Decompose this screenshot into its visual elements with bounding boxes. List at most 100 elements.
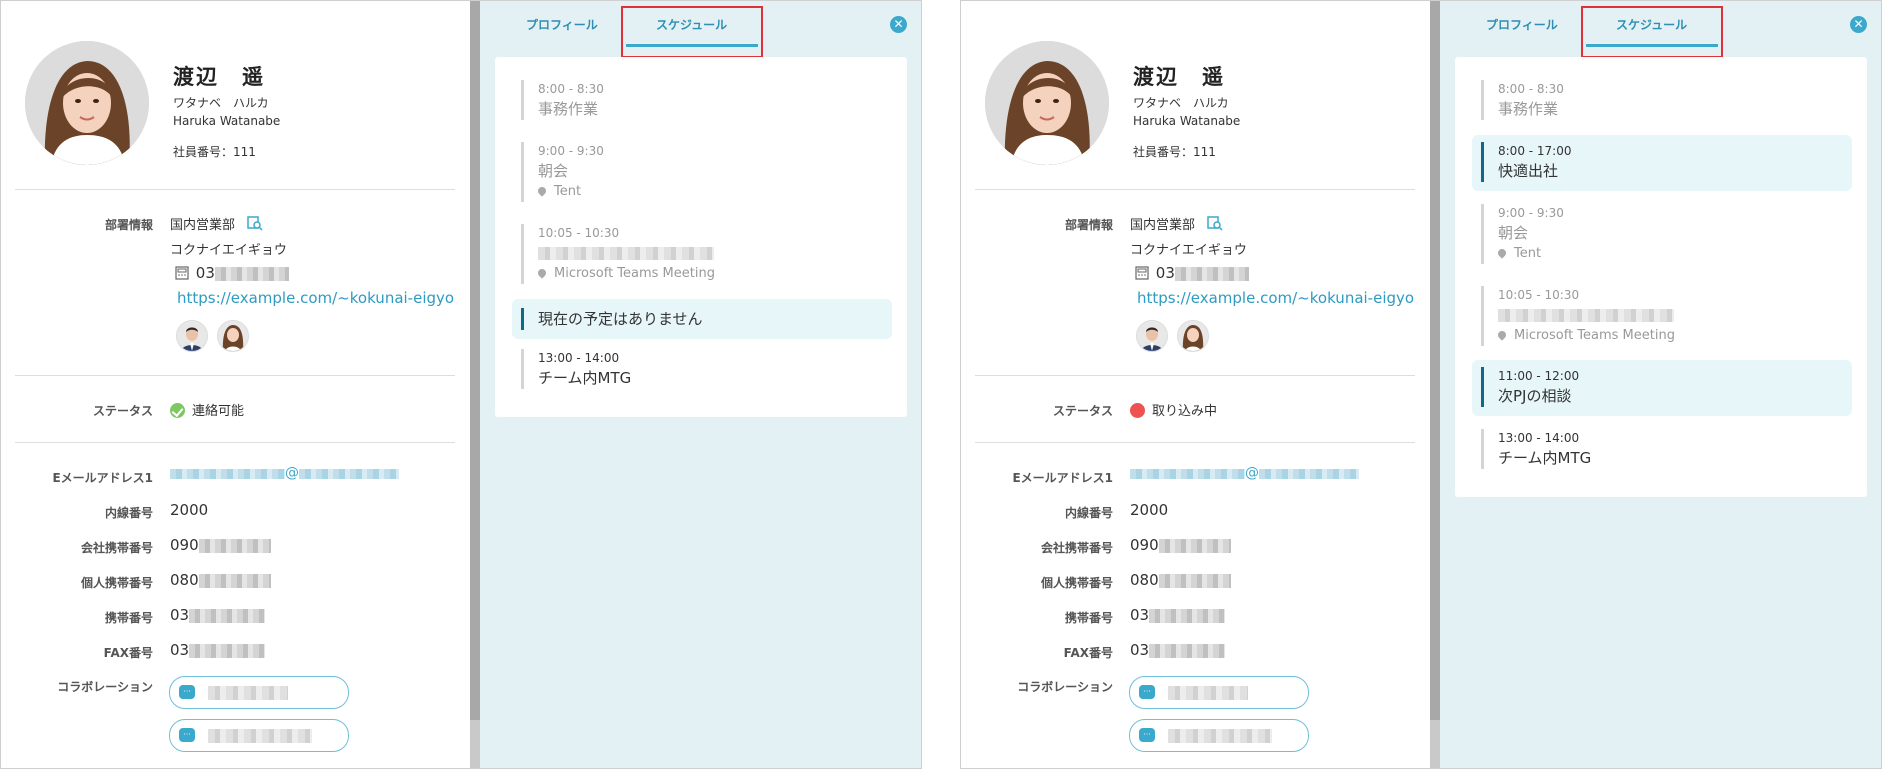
collab-call-button[interactable]: ··· bbox=[169, 719, 349, 752]
status-busy-icon bbox=[1130, 403, 1145, 418]
dept-url-link[interactable]: https://example.com/~kokunai-eigyo bbox=[1137, 289, 1414, 307]
close-icon[interactable]: ✕ bbox=[890, 16, 907, 33]
dept-url-link[interactable]: https://example.com/~kokunai-eigyo bbox=[177, 289, 454, 307]
divider bbox=[975, 442, 1415, 443]
event-location: Microsoft Teams Meeting bbox=[1496, 326, 1675, 346]
member-avatar-female[interactable] bbox=[217, 320, 249, 352]
contact-panel-right: 渡辺 遥 ワタナベ ハルカ Haruka Watanabe 社員番号：111 部… bbox=[960, 0, 1882, 769]
location-pin-icon bbox=[536, 267, 548, 279]
dept-name: 国内営業部 bbox=[1130, 218, 1196, 233]
tab-profile[interactable]: プロフィール bbox=[526, 16, 598, 33]
dept-name-kana: コクナイエイギョウ bbox=[1130, 243, 1247, 258]
event-item[interactable]: 10:05 - 10:30 Microsoft Teams Meeting bbox=[1481, 286, 1675, 346]
dept-phone-row: 03 bbox=[175, 264, 289, 284]
event-item[interactable]: 8:00 - 8:30 事務作業 bbox=[521, 80, 604, 120]
event-item[interactable]: 10:05 - 10:30 Microsoft Teams Meeting bbox=[521, 224, 715, 284]
email-label: Eメールアドレス1 bbox=[1012, 471, 1113, 485]
event-title: 事務作業 bbox=[538, 100, 599, 118]
tab-highlight-box bbox=[621, 6, 763, 58]
email-link[interactable]: @ bbox=[170, 465, 399, 481]
status-label: ステータス bbox=[92, 404, 153, 418]
company-mobile-value[interactable]: 090 bbox=[1130, 536, 1231, 554]
redacted-phone bbox=[214, 266, 289, 281]
redacted-phone bbox=[1158, 538, 1231, 553]
dept-name-row: 国内営業部 bbox=[1130, 214, 1223, 235]
private-mobile-label: 個人携帯番号 bbox=[1040, 576, 1113, 590]
panel-splitter[interactable] bbox=[1430, 1, 1440, 768]
dept-phone: 03 bbox=[195, 264, 215, 282]
extension-value: 2000 bbox=[1130, 501, 1169, 519]
mobile-prefix: 03 bbox=[1130, 606, 1150, 624]
panel-splitter[interactable] bbox=[470, 1, 480, 768]
org-search-icon[interactable] bbox=[1207, 216, 1223, 235]
fax-label: FAX番号 bbox=[1063, 646, 1113, 660]
mobile-value[interactable]: 03 bbox=[1130, 606, 1226, 624]
event-title bbox=[538, 242, 715, 264]
chat-icon: ··· bbox=[1139, 728, 1155, 742]
redacted-phone bbox=[1158, 573, 1231, 588]
email-link[interactable]: @ bbox=[1130, 465, 1359, 481]
redacted-text bbox=[208, 729, 312, 743]
employee-number: 社員番号：111 bbox=[173, 145, 256, 159]
event-title: 朝会 bbox=[538, 162, 569, 180]
tab-profile[interactable]: プロフィール bbox=[1486, 16, 1558, 33]
redacted-email-user bbox=[1130, 468, 1245, 479]
redacted-email-domain bbox=[299, 468, 399, 479]
schedule-card: 8:00 - 8:30 事務作業 9:00 - 9:30 朝会 Tent 10:… bbox=[495, 57, 907, 417]
fax-value: 03 bbox=[170, 641, 266, 659]
event-time: 10:05 - 10:30 bbox=[538, 226, 620, 240]
schedule-pane: プロフィール スケジュール ✕ 8:00 - 8:30 事務作業 9:00 - … bbox=[480, 1, 921, 768]
divider bbox=[15, 442, 455, 443]
dept-name-row: 国内営業部 bbox=[170, 214, 263, 235]
org-search-icon[interactable] bbox=[247, 216, 263, 235]
collab-call-button[interactable]: ··· bbox=[1129, 719, 1309, 752]
redacted-phone bbox=[198, 573, 271, 588]
redacted-phone bbox=[1149, 643, 1226, 658]
event-item[interactable]: 9:00 - 9:30 朝会 Tent bbox=[1481, 204, 1564, 264]
event-location-text: Microsoft Teams Meeting bbox=[554, 266, 715, 281]
private-mobile-value[interactable]: 080 bbox=[170, 571, 271, 589]
dept-name-kana: コクナイエイギョウ bbox=[170, 243, 287, 258]
member-avatar-female[interactable] bbox=[1177, 320, 1209, 352]
phone-icon bbox=[1135, 266, 1149, 284]
company-mobile-value[interactable]: 090 bbox=[170, 536, 271, 554]
profile-name-roman: Haruka Watanabe bbox=[173, 114, 281, 128]
event-item[interactable]: 13:00 - 14:00 チーム内MTG bbox=[1481, 429, 1591, 469]
event-item[interactable]: 8:00 - 8:30 事務作業 bbox=[1481, 80, 1564, 120]
event-item-current[interactable]: 11:00 - 12:00 次PJの相談 bbox=[1481, 367, 1579, 407]
private-mobile-value[interactable]: 080 bbox=[1130, 571, 1231, 589]
event-item[interactable]: 9:00 - 9:30 朝会 Tent bbox=[521, 142, 604, 202]
event-item[interactable]: 13:00 - 14:00 チーム内MTG bbox=[521, 349, 631, 389]
company-mobile-prefix: 090 bbox=[1130, 536, 1159, 554]
collab-chat-button[interactable]: ··· bbox=[169, 676, 349, 709]
extension-label: 内線番号 bbox=[104, 506, 153, 520]
extension-label: 内線番号 bbox=[1064, 506, 1113, 520]
chat-icon: ··· bbox=[1139, 685, 1155, 699]
event-location-text: Tent bbox=[1514, 246, 1542, 261]
company-mobile-label: 会社携帯番号 bbox=[80, 541, 153, 555]
member-avatar-male[interactable] bbox=[176, 320, 208, 352]
location-pin-icon bbox=[1496, 247, 1508, 259]
event-item-current: 現在の予定はありません bbox=[521, 308, 703, 330]
collaboration-label: コラボレーション bbox=[57, 680, 153, 694]
email-at-sign: @ bbox=[285, 465, 299, 481]
redacted-phone bbox=[189, 608, 266, 623]
redacted-email-domain bbox=[1259, 468, 1359, 479]
private-mobile-prefix: 080 bbox=[1130, 571, 1159, 589]
event-title: チーム内MTG bbox=[538, 369, 632, 387]
profile-name-kana: ワタナベ ハルカ bbox=[173, 96, 269, 110]
redacted-text bbox=[1168, 686, 1248, 700]
event-time: 11:00 - 12:00 bbox=[1498, 369, 1580, 383]
dept-phone-row: 03 bbox=[1135, 264, 1249, 284]
collab-chat-button[interactable]: ··· bbox=[1129, 676, 1309, 709]
location-pin-icon bbox=[1496, 329, 1508, 341]
mobile-value[interactable]: 03 bbox=[170, 606, 266, 624]
mobile-prefix: 03 bbox=[170, 606, 190, 624]
redacted-phone bbox=[1149, 608, 1226, 623]
close-icon[interactable]: ✕ bbox=[1850, 16, 1867, 33]
company-mobile-prefix: 090 bbox=[170, 536, 199, 554]
event-item-current[interactable]: 8:00 - 17:00 快適出社 bbox=[1481, 142, 1572, 182]
status-text: 取り込み中 bbox=[1152, 404, 1218, 419]
member-avatar-male[interactable] bbox=[1136, 320, 1168, 352]
event-title: 事務作業 bbox=[1498, 100, 1559, 118]
